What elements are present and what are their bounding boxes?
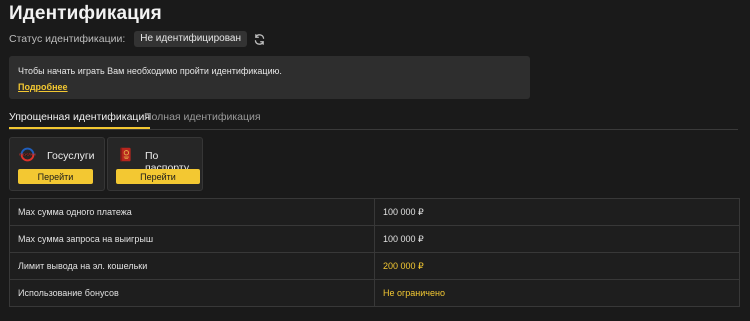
identification-notice: Чтобы начать играть Вам необходимо пройт… <box>9 56 530 99</box>
limit-label: Лимит вывода на эл. кошельки <box>9 252 375 280</box>
page-title: Идентификация <box>9 3 162 24</box>
method-card-gosuslugi: ГОСУСЛУГИ Госуслуги Перейти <box>9 137 105 191</box>
identification-status: Статус идентификации: Не идентифицирован <box>9 31 267 47</box>
limit-value: Не ограничено <box>374 279 740 307</box>
passport-go-button[interactable]: Перейти <box>116 169 200 184</box>
limit-value: 200 000 ₽ <box>374 252 740 280</box>
limits-table: Max сумма одного платежа 100 000 ₽ Max с… <box>9 198 740 307</box>
limit-value: 100 000 ₽ <box>374 225 740 253</box>
table-row: Лимит вывода на эл. кошельки 200 000 ₽ <box>9 252 740 280</box>
status-label: Статус идентификации: <box>9 33 126 45</box>
table-row: Max сумма запроса на выигрыш 100 000 ₽ <box>9 225 740 253</box>
svg-text:ГОСУСЛУГИ: ГОСУСЛУГИ <box>19 152 35 156</box>
identification-tabs: Упрощенная идентификация Полная идентифи… <box>9 111 738 130</box>
limit-label: Max сумма запроса на выигрыш <box>9 225 375 253</box>
limit-label: Использование бонусов <box>9 279 375 307</box>
tab-simplified-identification[interactable]: Упрощенная идентификация <box>9 111 151 129</box>
tab-full-identification[interactable]: Полная идентификация <box>144 111 261 128</box>
method-title: Госуслуги <box>47 150 95 162</box>
method-card-passport: По паспорту Перейти <box>107 137 203 191</box>
limit-label: Max сумма одного платежа <box>9 198 375 226</box>
notice-text: Чтобы начать играть Вам необходимо пройт… <box>18 66 282 76</box>
refresh-icon[interactable] <box>253 32 267 46</box>
gosuslugi-logo-icon: ГОСУСЛУГИ <box>19 146 36 163</box>
table-row: Использование бонусов Не ограничено <box>9 279 740 307</box>
gosuslugi-go-button[interactable]: Перейти <box>18 169 93 184</box>
status-badge: Не идентифицирован <box>134 31 248 47</box>
table-row: Max сумма одного платежа 100 000 ₽ <box>9 198 740 226</box>
passport-icon <box>117 146 134 163</box>
limit-value: 100 000 ₽ <box>374 198 740 226</box>
more-info-link[interactable]: Подробнее <box>18 82 68 92</box>
